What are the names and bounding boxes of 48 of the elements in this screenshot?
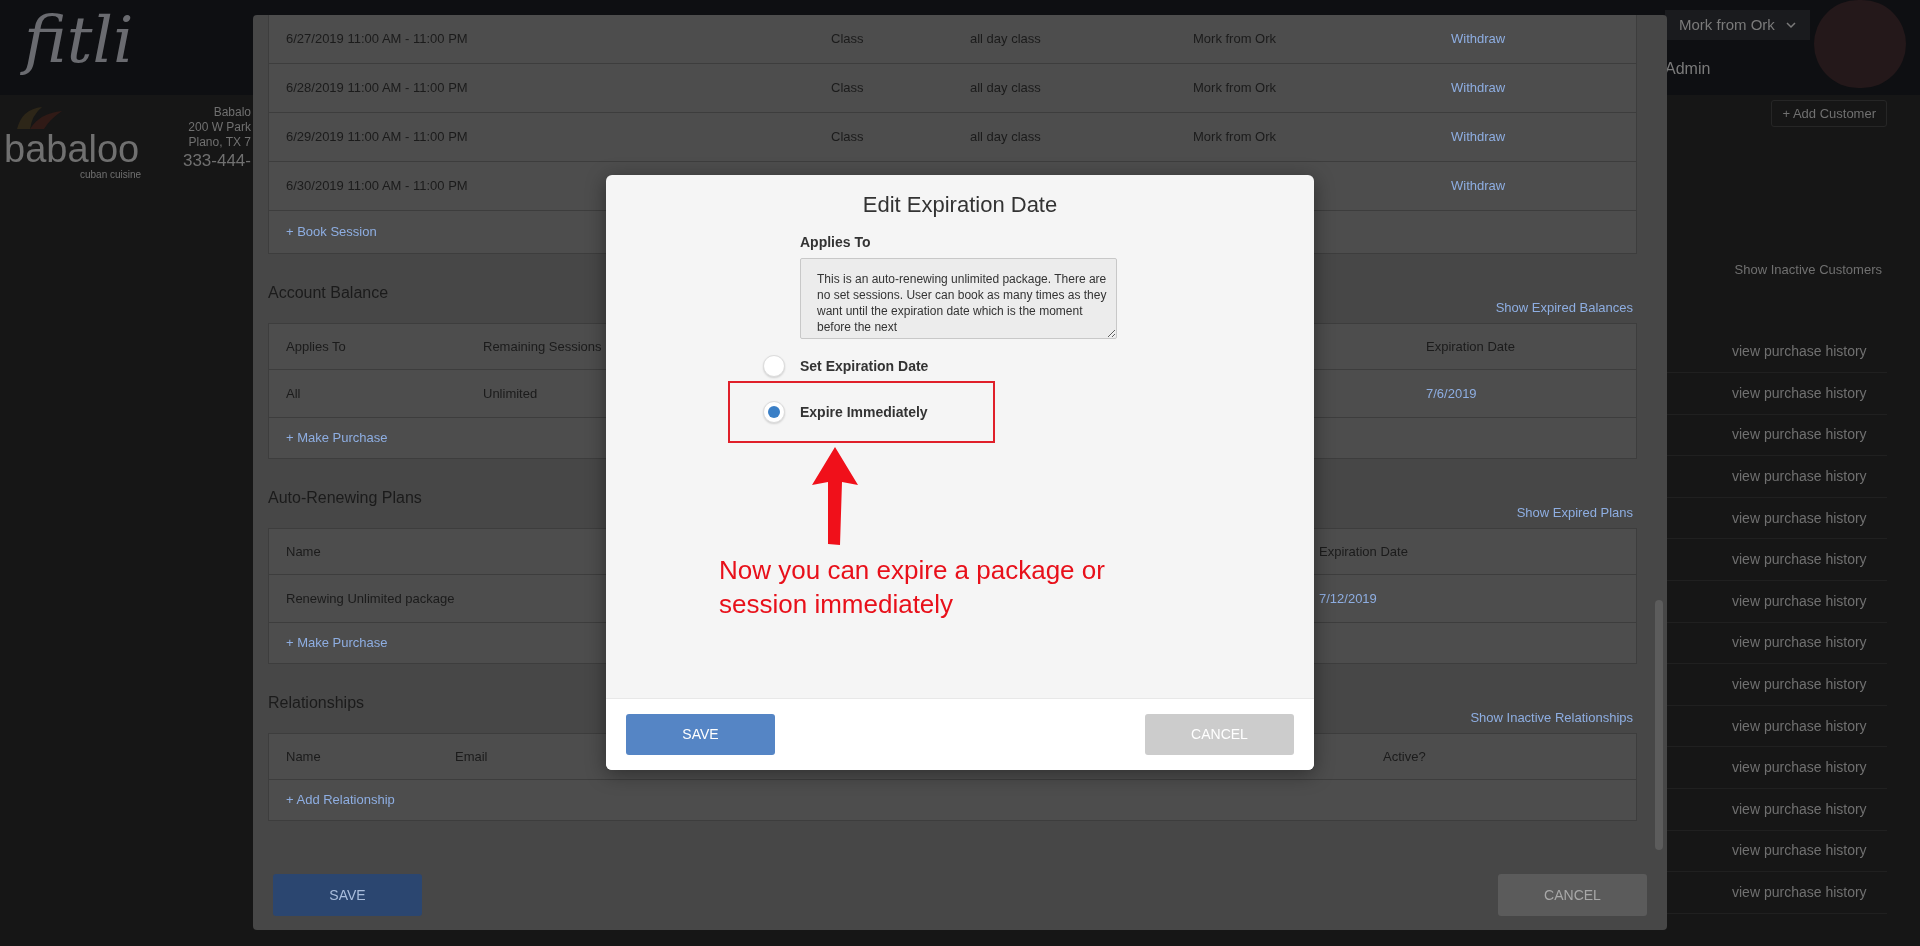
table-link[interactable]: Withdraw <box>1451 127 1506 147</box>
logo-tagline: cuban cuisine <box>80 169 142 181</box>
add-link[interactable]: + Make Purchase <box>286 428 388 448</box>
table-link[interactable]: Withdraw <box>1451 176 1506 196</box>
purchase-history-link[interactable]: view purchase history <box>1732 840 1867 862</box>
purchase-history-link[interactable]: view purchase history <box>1732 590 1867 612</box>
field-label: Applies To <box>800 233 872 252</box>
toggle-link[interactable]: Show Inactive Relationships <box>1470 709 1633 733</box>
toggle-link[interactable]: Show Expired Balances <box>1495 299 1633 323</box>
table-link[interactable]: Withdraw <box>1451 29 1506 49</box>
business-address: 200 W Park <box>188 120 251 135</box>
purchase-history-link[interactable]: view purchase history <box>1732 715 1867 737</box>
annotation-text: Now you can expire a package or session immediately <box>719 554 1106 621</box>
table-link[interactable]: 7/12/2019 <box>1319 588 1377 609</box>
add-link[interactable]: + Add Relationship <box>286 790 395 810</box>
purchase-history-link[interactable]: view purchase history <box>1732 507 1867 529</box>
purchase-history-link[interactable]: view purchase history <box>1732 549 1867 571</box>
table-link[interactable]: Withdraw <box>1451 78 1506 98</box>
purchase-history-link[interactable]: view purchase history <box>1732 882 1867 903</box>
purchase-history-link[interactable]: view purchase history <box>1732 341 1867 363</box>
business-phone: 333-444- <box>182 150 251 172</box>
account-dropdown[interactable]: Mork from Ork <box>1665 10 1810 40</box>
dialog-title: Edit Expiration Date <box>861 191 1059 219</box>
purchase-history-link[interactable]: view purchase history <box>1732 466 1867 488</box>
purchase-history-link[interactable]: view purchase history <box>1732 424 1867 446</box>
purchase-history-link[interactable]: view purchase history <box>1732 757 1867 779</box>
purchase-history-link[interactable]: view purchase history <box>1732 632 1867 654</box>
add-customer-button[interactable]: + Add Customer <box>1771 100 1887 127</box>
chevron-down-icon <box>1786 21 1796 29</box>
purchase-history-link[interactable]: view purchase history <box>1732 674 1867 696</box>
purchase-history-link[interactable]: view purchase history <box>1732 798 1867 820</box>
radio-option[interactable]: Set Expiration Date <box>763 355 929 377</box>
save-button[interactable]: SAVE <box>273 874 422 916</box>
cancel-button[interactable]: CANCEL <box>1498 874 1647 916</box>
applies-to-field[interactable]: This is an auto-renewing unlimited package. There are no set sessions. User can book as many times as they want until the expiration date which is the moment before the next <box>800 258 1117 339</box>
business-name: Babalo <box>213 105 251 120</box>
table-link[interactable]: 7/6/2019 <box>1426 383 1477 404</box>
radio-button[interactable] <box>763 401 785 423</box>
radio-option[interactable]: Expire Immediately <box>763 401 928 423</box>
radio-button[interactable] <box>763 355 785 377</box>
save-button[interactable]: SAVE <box>626 714 775 755</box>
toggle-link[interactable]: Show Expired Plans <box>1516 504 1633 528</box>
purchase-history-link[interactable]: view purchase history <box>1732 382 1867 404</box>
logo-text: babaloo <box>4 129 140 169</box>
add-link[interactable]: + Book Session <box>286 222 377 242</box>
add-link[interactable]: + Make Purchase <box>286 633 388 653</box>
business-address: Plano, TX 7 <box>188 135 251 150</box>
user-role: Admin <box>1665 59 1712 79</box>
